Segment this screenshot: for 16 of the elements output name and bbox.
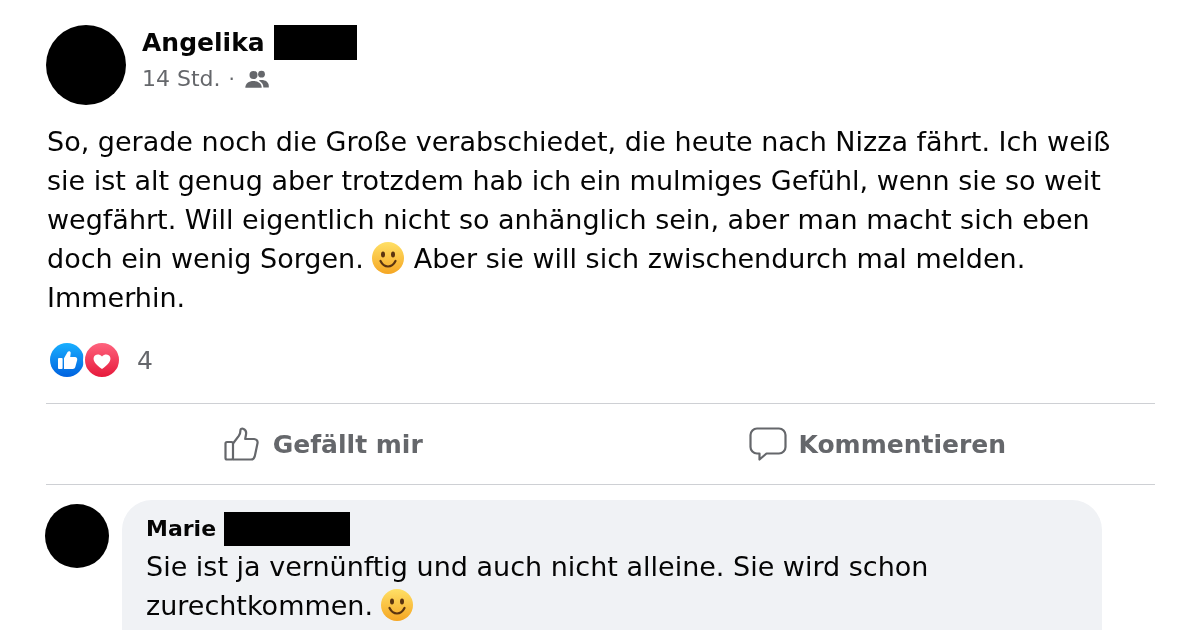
people-icon bbox=[244, 70, 269, 88]
post-time: 14 Std. bbox=[142, 65, 221, 93]
author-name: Angelika bbox=[142, 27, 265, 59]
comment-button[interactable]: Kommentieren bbox=[600, 404, 1155, 484]
comment-text: Sie ist ja vernünftig und auch nicht alleine. Sie wird schon zurechtkommen. bbox=[146, 550, 930, 623]
comment-author: Marie bbox=[146, 515, 217, 543]
heart-reaction-icon bbox=[83, 341, 121, 379]
smiley-emoji-icon bbox=[371, 242, 404, 274]
smiley-emoji-icon bbox=[381, 589, 414, 621]
post-text: So, gerade noch die Große verabschiedet, die heute nach Nizza fährt. Ich weiß sie ist alt genug aber trotzdem hab ich ein mulmiges Gefühl, wenn sie so weit wegfährt. Will eigentlich nicht so anhänglich sein, aber man macht sich eben doch ein wenig Sorgen. Aber sie will sich zwischendurch mal melden. Immerhin. bbox=[47, 125, 1112, 315]
like-button[interactable]: Gefällt mir bbox=[46, 404, 601, 484]
reaction-count: 4 bbox=[137, 345, 153, 375]
separator-dot: · bbox=[228, 66, 235, 93]
speech-bubble-icon bbox=[749, 427, 788, 461]
like-reaction-icon bbox=[50, 343, 84, 377]
thumbs-up-icon bbox=[223, 427, 262, 461]
